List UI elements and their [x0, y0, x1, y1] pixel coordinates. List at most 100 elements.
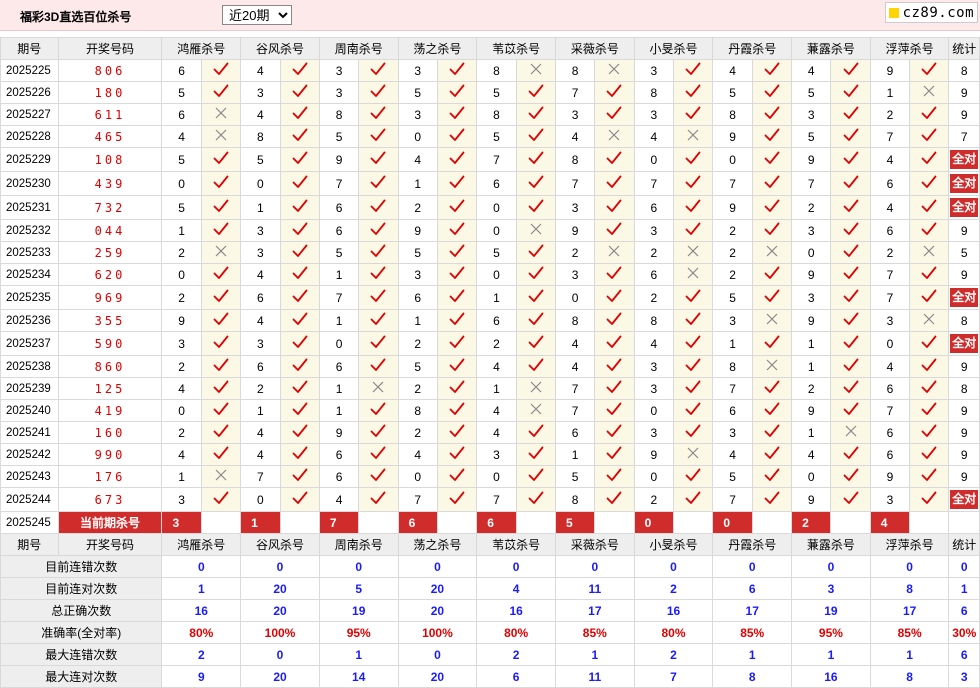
kill-number: 0	[397, 125, 438, 148]
cross-icon	[673, 263, 714, 286]
kill-number: 1	[318, 309, 360, 332]
row-stat: 9	[948, 263, 980, 286]
check-icon	[909, 171, 950, 196]
check-icon	[279, 487, 320, 512]
kill-number: 1	[397, 171, 438, 196]
header-issue: 期号	[0, 533, 59, 556]
summary-row: 准确率(全对率) 80% 100% 95% 100% 80% 85% 80% 85% 95% 85%…	[0, 621, 980, 644]
check-icon	[436, 355, 478, 378]
issue-number: 2025242	[0, 443, 59, 466]
check-icon	[200, 443, 242, 466]
issue-number: 2025243	[0, 465, 59, 488]
table-row: 2025233 259 2 3 5 5 5 2 2 2 0 2 5	[0, 241, 980, 264]
site-logo[interactable]: cz89.com	[884, 2, 978, 23]
kill-number: 4	[240, 421, 281, 444]
kill-number: 7	[476, 147, 517, 172]
check-icon	[279, 355, 320, 378]
summary-value: 3	[791, 577, 871, 600]
check-icon	[436, 263, 478, 286]
summary-value: 19	[318, 599, 399, 622]
summary-value: 0	[791, 555, 871, 578]
kill-number: 6	[240, 355, 281, 378]
kill-number: 5	[712, 465, 753, 488]
summary-label: 目前连对次数	[0, 577, 163, 600]
header-expert: 丹霞杀号	[712, 533, 793, 556]
check-icon	[830, 443, 871, 466]
period-select[interactable]: 近20期	[222, 5, 292, 25]
draw-number: 044	[57, 219, 163, 242]
kill-number: 0	[712, 147, 753, 172]
check-icon	[594, 399, 635, 422]
kill-number: 5	[554, 465, 596, 488]
summary-row: 总正确次数 16 20 19 20 16 17 16 17 19 17 6	[0, 599, 980, 622]
check-icon	[830, 263, 871, 286]
current-empty-cell	[909, 511, 950, 534]
kill-number: 3	[397, 59, 438, 82]
kill-number: 2	[161, 355, 202, 378]
table-row: 2025234 620 0 4 1 3 0 3 6 2 9 7 9	[0, 263, 980, 286]
kill-number: 3	[318, 81, 360, 104]
draw-number: 439	[57, 171, 163, 196]
kill-number: 0	[161, 263, 202, 286]
kill-number-table: 期号 开奖号码 鸿雁杀号 谷风杀号 周南杀号 荡之杀号 苇苡杀号 采薇杀号 小旻杀号 丹霞杀号 蒹露…	[0, 37, 980, 688]
kill-number: 6	[633, 195, 675, 220]
cross-icon	[200, 103, 242, 126]
summary-stat: 0	[948, 555, 980, 578]
check-icon	[830, 331, 871, 356]
kill-number: 9	[791, 487, 832, 512]
draw-number: 969	[57, 285, 163, 310]
draw-number: 732	[57, 195, 163, 220]
check-icon	[515, 263, 556, 286]
check-icon	[436, 103, 478, 126]
check-icon	[200, 219, 242, 242]
check-icon	[279, 377, 320, 400]
check-icon	[909, 219, 950, 242]
kill-number: 9	[712, 195, 753, 220]
summary-value: 11	[554, 577, 635, 600]
kill-number: 3	[791, 219, 832, 242]
table-row: 2025228 465 4 8 5 0 5 4 4 9 5 7 7	[0, 125, 980, 148]
check-icon	[909, 377, 950, 400]
check-icon	[673, 103, 714, 126]
row-stat: 9	[948, 421, 980, 444]
check-icon	[673, 309, 714, 332]
kill-number: 4	[318, 487, 360, 512]
kill-number: 9	[791, 309, 832, 332]
kill-number: 4	[397, 147, 438, 172]
kill-number: 8	[554, 309, 596, 332]
kill-number: 3	[633, 355, 675, 378]
kill-number: 4	[161, 125, 202, 148]
check-icon	[673, 487, 714, 512]
check-icon	[673, 59, 714, 82]
kill-number: 4	[869, 195, 911, 220]
kill-number: 1	[161, 219, 202, 242]
kill-number: 5	[791, 81, 832, 104]
summary-value: 1	[161, 577, 242, 600]
kill-number: 9	[712, 125, 753, 148]
kill-number: 3	[633, 59, 675, 82]
cross-icon	[673, 443, 714, 466]
kill-number: 6	[318, 355, 360, 378]
check-icon	[358, 219, 399, 242]
cross-icon	[909, 81, 950, 104]
table-row: 2025229 108 5 5 9 4 7 8 0 0 9 4 全对	[0, 147, 980, 172]
header-expert: 荡之杀号	[397, 533, 478, 556]
summary-value: 85%	[869, 621, 950, 644]
current-row: 2025245 当前期杀号 3 1 7 6 6 5 0 0 2 4	[0, 511, 980, 534]
current-kill-number: 4	[869, 511, 911, 534]
kill-number: 3	[554, 263, 596, 286]
kill-number: 6	[318, 465, 360, 488]
summary-value: 1	[554, 643, 635, 666]
cross-icon	[515, 377, 556, 400]
issue-number: 2025228	[0, 125, 59, 148]
header-expert: 浮萍杀号	[869, 533, 950, 556]
check-icon	[436, 147, 478, 172]
check-icon	[279, 59, 320, 82]
cross-icon	[515, 399, 556, 422]
check-icon	[436, 285, 478, 310]
kill-number: 2	[869, 103, 911, 126]
kill-number: 1	[161, 465, 202, 488]
kill-number: 8	[712, 103, 753, 126]
kill-number: 0	[633, 399, 675, 422]
check-icon	[515, 147, 556, 172]
